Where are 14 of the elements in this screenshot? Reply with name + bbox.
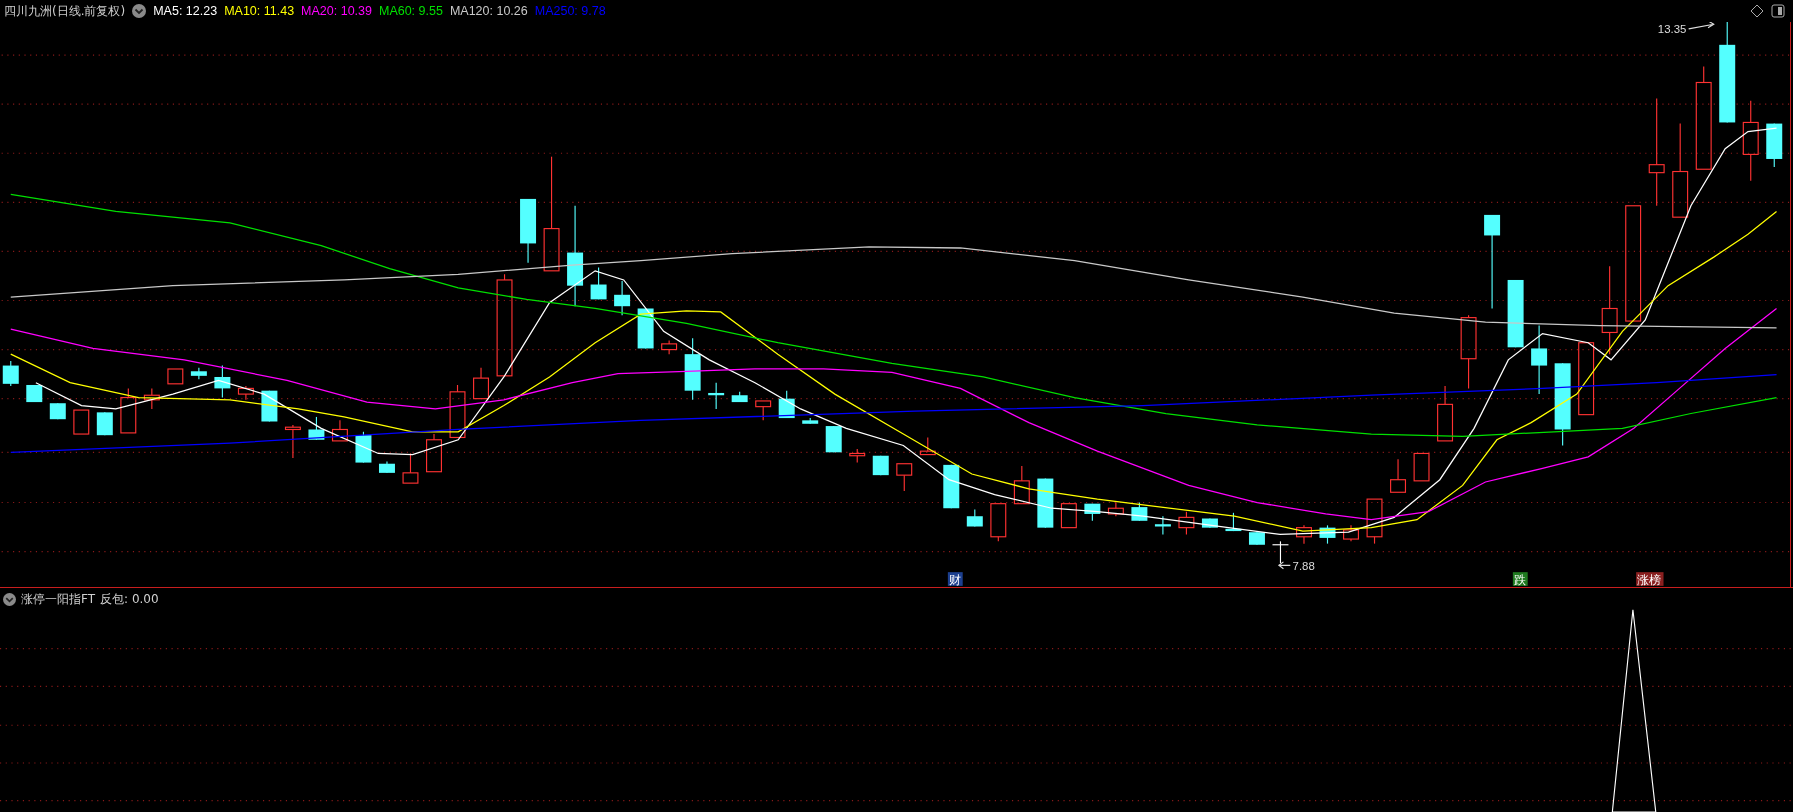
indicator-title: 涨停一阳指FT (21, 591, 96, 608)
moving-average-value: MA250: 9.78 (534, 4, 606, 18)
moving-average-value: MA120: 10.26 (449, 4, 528, 18)
event-marker[interactable]: 财 (947, 572, 963, 587)
moving-average-value: MA60: 9.55 (378, 4, 443, 18)
event-marker[interactable]: 跌 (1512, 572, 1528, 587)
stock-title: 四川九洲(日线.前复权) (4, 2, 126, 20)
moving-average-value: MA10: 11.43 (224, 4, 295, 18)
event-marker[interactable]: 涨榜 (1636, 572, 1664, 587)
moving-average-value: MA20: 10.39 (301, 4, 372, 18)
indicator-value: 反包: 0.00 (100, 591, 159, 608)
low-price-label: 7.88 (1292, 559, 1315, 572)
high-price-label: 13.35 (1657, 23, 1687, 36)
moving-average-value: MA5: 12.23 (153, 4, 218, 18)
